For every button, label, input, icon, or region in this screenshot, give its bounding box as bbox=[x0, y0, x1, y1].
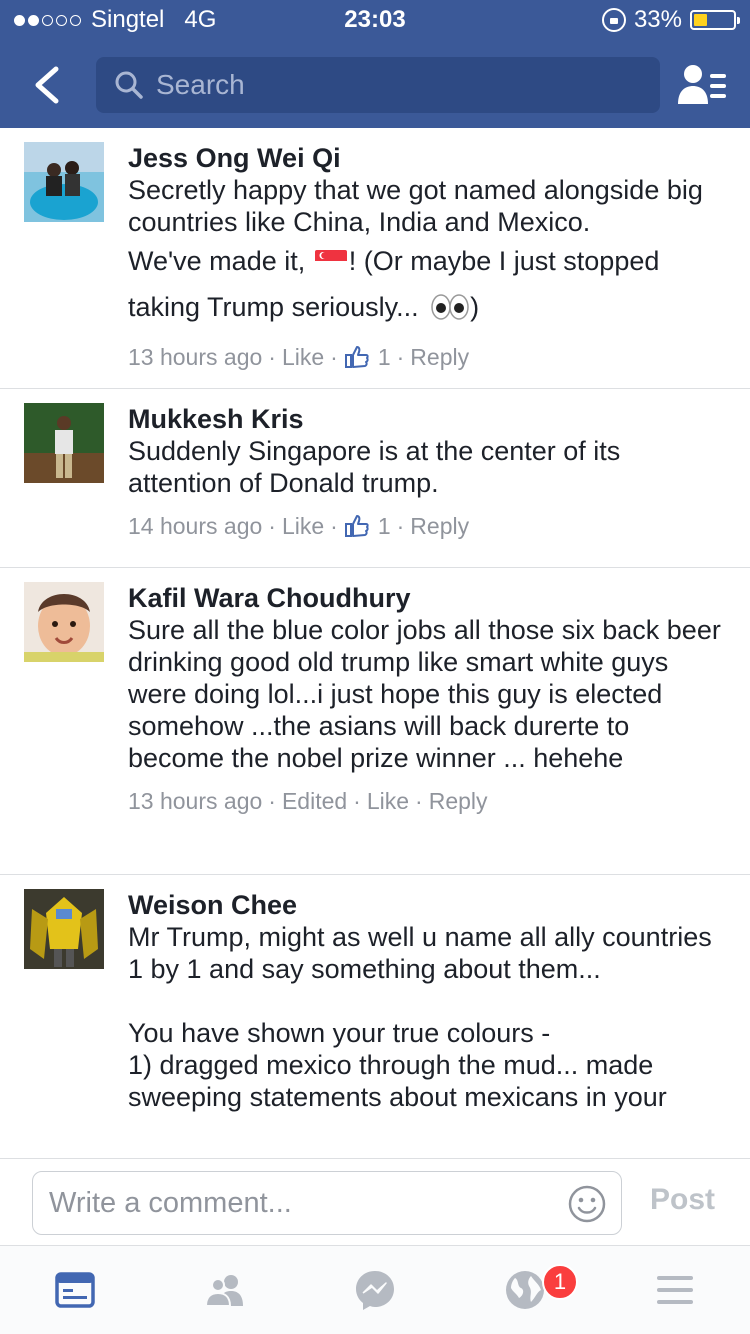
comment-text-part: We've made it, bbox=[128, 246, 313, 277]
notification-badge: 1 bbox=[542, 1264, 578, 1300]
comment-item: Mukkesh Kris Suddenly Singapore is at th… bbox=[0, 389, 750, 568]
comment-author[interactable]: Kafil Wara Choudhury bbox=[128, 582, 730, 614]
tab-news-feed[interactable] bbox=[0, 1246, 150, 1334]
menu-icon bbox=[657, 1276, 693, 1304]
like-count[interactable]: 1 bbox=[378, 338, 391, 376]
friends-list-icon[interactable] bbox=[676, 60, 728, 110]
like-button[interactable]: Like bbox=[282, 507, 324, 545]
tab-friend-requests[interactable] bbox=[150, 1246, 300, 1334]
like-thumb-icon bbox=[344, 515, 369, 538]
comment-input[interactable]: Write a comment... bbox=[32, 1171, 622, 1235]
comment-item: Kafil Wara Choudhury Sure all the blue c… bbox=[0, 568, 750, 875]
battery-icon bbox=[690, 10, 740, 30]
post-button[interactable]: Post bbox=[650, 1183, 715, 1217]
comment-text: Secretly happy that we got named alongsi… bbox=[128, 175, 703, 238]
chevron-left-icon bbox=[35, 66, 59, 104]
comment-meta: 14 hours ago · Like · 1 · Reply bbox=[128, 507, 730, 565]
tab-notifications[interactable]: 1 bbox=[450, 1246, 600, 1334]
comment-text: Mr Trump, might as well u name all ally … bbox=[128, 922, 712, 1113]
reply-button[interactable]: Reply bbox=[410, 338, 469, 376]
comment-input-placeholder: Write a comment... bbox=[49, 1186, 292, 1219]
search-bar[interactable] bbox=[96, 57, 660, 113]
news-feed-icon bbox=[55, 1272, 95, 1308]
tab-messenger[interactable] bbox=[300, 1246, 450, 1334]
comment-item: Jess Ong Wei Qi Secretly happy that we g… bbox=[0, 128, 750, 389]
sticker-smiley-icon[interactable] bbox=[567, 1184, 607, 1224]
comment-timestamp[interactable]: 13 hours ago bbox=[128, 782, 262, 820]
search-icon bbox=[115, 71, 143, 99]
comment-text: Suddenly Singapore is at the center of i… bbox=[128, 436, 621, 499]
comment-composer: Write a comment... Post bbox=[0, 1158, 750, 1246]
like-button[interactable]: Like bbox=[367, 782, 409, 820]
comment-author[interactable]: Mukkesh Kris bbox=[128, 403, 730, 435]
eyes-emoji-icon bbox=[431, 294, 469, 321]
bottom-tab-bar: 1 bbox=[0, 1246, 750, 1334]
reply-button[interactable]: Reply bbox=[410, 507, 469, 545]
comment-item: Weison Chee Mr Trump, might as well u na… bbox=[0, 875, 750, 1158]
avatar[interactable] bbox=[24, 403, 104, 483]
comment-author[interactable]: Weison Chee bbox=[128, 889, 730, 921]
avatar[interactable] bbox=[24, 582, 104, 662]
comment-text-continued: We've made it, ! (Or maybe I just stoppe… bbox=[128, 238, 730, 330]
comment-text: Sure all the blue color jobs all those s… bbox=[128, 615, 721, 774]
messenger-icon bbox=[356, 1271, 394, 1310]
comment-meta: 13 hours ago · Like · 1 · Reply bbox=[128, 338, 730, 396]
edited-label[interactable]: Edited bbox=[282, 782, 347, 820]
status-bar: Singtel 4G 23:03 33% bbox=[0, 0, 750, 40]
rotation-lock-icon bbox=[601, 8, 626, 32]
comment-timestamp[interactable]: 14 hours ago bbox=[128, 507, 262, 545]
tab-more[interactable] bbox=[600, 1246, 750, 1334]
search-input[interactable] bbox=[156, 69, 636, 101]
like-count[interactable]: 1 bbox=[378, 507, 391, 545]
comment-text-part: ) bbox=[470, 292, 480, 323]
like-button[interactable]: Like bbox=[282, 338, 324, 376]
friend-requests-icon bbox=[204, 1275, 243, 1307]
avatar[interactable] bbox=[24, 889, 104, 969]
avatar[interactable] bbox=[24, 142, 104, 222]
comments-list: Jess Ong Wei Qi Secretly happy that we g… bbox=[0, 128, 750, 1158]
reply-button[interactable]: Reply bbox=[429, 782, 488, 820]
comment-timestamp[interactable]: 13 hours ago bbox=[128, 338, 262, 376]
top-bar: Singtel 4G 23:03 33% bbox=[0, 0, 750, 128]
singapore-flag-icon bbox=[314, 250, 347, 273]
comment-meta: 13 hours ago · Edited · Like · Reply bbox=[128, 782, 730, 840]
back-button[interactable] bbox=[22, 60, 72, 110]
battery-percent: 33% bbox=[633, 6, 682, 33]
globe-notifications-icon bbox=[506, 1271, 544, 1309]
comment-author[interactable]: Jess Ong Wei Qi bbox=[128, 142, 730, 174]
like-thumb-icon bbox=[344, 346, 369, 369]
